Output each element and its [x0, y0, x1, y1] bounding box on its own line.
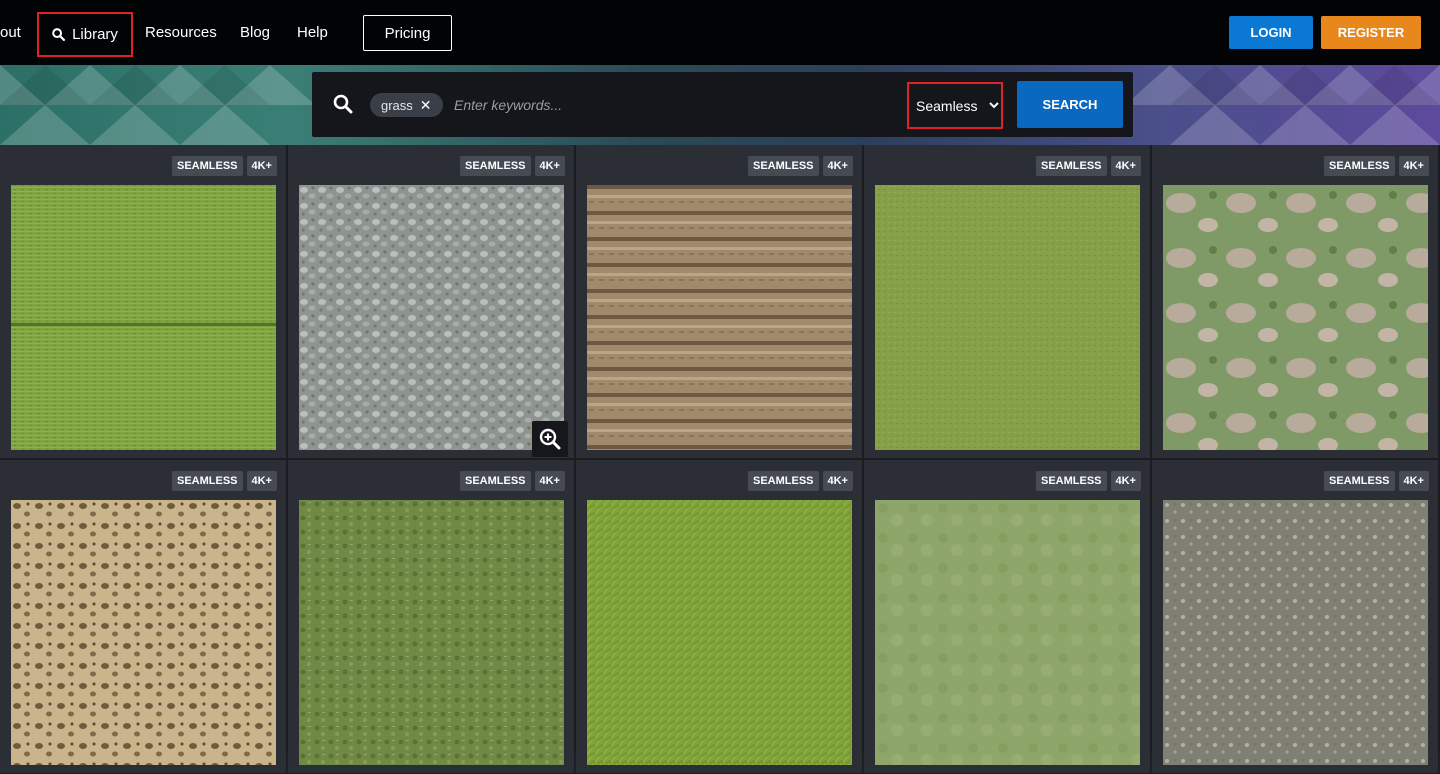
type-filter-select[interactable]: Seamless	[907, 82, 1003, 129]
resolution-badge: 4K+	[1398, 156, 1429, 176]
top-nav: out Library Resources Blog Help Pricing …	[0, 0, 1440, 65]
seamless-badge: SEAMLESS	[747, 471, 819, 491]
seamless-badge: SEAMLESS	[747, 156, 819, 176]
texture-thumbnail[interactable]	[1163, 500, 1428, 765]
search-tag-chip[interactable]: grass ✕	[370, 93, 443, 117]
nav-blog[interactable]: Blog	[240, 0, 270, 65]
nav-about[interactable]: out	[0, 0, 21, 65]
resolution-badge: 4K+	[246, 471, 277, 491]
nav-library[interactable]: Library	[37, 12, 133, 57]
texture-thumbnail[interactable]	[875, 185, 1140, 450]
zoom-in-icon	[539, 428, 561, 450]
seamless-badge: SEAMLESS	[1323, 156, 1395, 176]
nav-library-label: Library	[72, 26, 118, 43]
search-icon[interactable]	[333, 94, 353, 114]
chevron-down-icon	[989, 102, 1000, 109]
texture-card[interactable]: SEAMLESS 4K+	[576, 460, 863, 774]
search-icon	[52, 28, 66, 41]
type-filter-value: Seamless	[916, 97, 978, 114]
resolution-badge: 4K+	[1110, 156, 1141, 176]
texture-card[interactable]: SEAMLESS 4K+	[864, 145, 1151, 459]
seamless-badge: SEAMLESS	[459, 471, 531, 491]
nav-help[interactable]: Help	[297, 0, 328, 65]
keyword-input[interactable]	[446, 90, 886, 120]
texture-card[interactable]: SEAMLESS 4K+	[0, 460, 287, 774]
search-button[interactable]: SEARCH	[1017, 81, 1123, 128]
texture-thumbnail[interactable]	[587, 185, 852, 450]
texture-thumbnail[interactable]	[11, 500, 276, 765]
texture-thumbnail[interactable]	[299, 500, 564, 765]
search-tag-label: grass	[381, 97, 413, 113]
resolution-badge: 4K+	[1398, 471, 1429, 491]
nav-resources[interactable]: Resources	[145, 0, 217, 65]
texture-card[interactable]: SEAMLESS 4K+	[288, 460, 575, 774]
zoom-in-button[interactable]	[532, 421, 568, 457]
resolution-badge: 4K+	[246, 156, 277, 176]
seamless-badge: SEAMLESS	[1035, 156, 1107, 176]
login-button[interactable]: LOGIN	[1229, 16, 1313, 49]
texture-thumbnail[interactable]	[299, 185, 564, 450]
pricing-button[interactable]: Pricing	[363, 15, 452, 51]
seamless-badge: SEAMLESS	[1323, 471, 1395, 491]
close-icon[interactable]: ✕	[420, 97, 432, 114]
texture-card[interactable]: SEAMLESS 4K+	[288, 145, 575, 459]
register-button[interactable]: REGISTER	[1321, 16, 1421, 49]
seamless-badge: SEAMLESS	[459, 156, 531, 176]
texture-card[interactable]: SEAMLESS 4K+	[864, 460, 1151, 774]
texture-thumbnail[interactable]	[587, 500, 852, 765]
resolution-badge: 4K+	[822, 156, 853, 176]
texture-thumbnail[interactable]	[1163, 185, 1428, 450]
texture-thumbnail[interactable]	[875, 500, 1140, 765]
seamless-badge: SEAMLESS	[1035, 471, 1107, 491]
resolution-badge: 4K+	[822, 471, 853, 491]
results-grid: SEAMLESS 4K+ SEAMLESS 4K+ SEAMLESS 4K+ SEAM…	[0, 145, 1440, 774]
texture-card[interactable]: SEAMLESS 4K+	[576, 145, 863, 459]
texture-card[interactable]: SEAMLESS 4K+	[0, 145, 287, 459]
texture-card[interactable]: SEAMLESS 4K+	[1152, 145, 1439, 459]
seamless-badge: SEAMLESS	[171, 471, 243, 491]
texture-thumbnail[interactable]	[11, 185, 276, 450]
texture-card[interactable]: SEAMLESS 4K+	[1152, 460, 1439, 774]
seamless-badge: SEAMLESS	[171, 156, 243, 176]
resolution-badge: 4K+	[534, 156, 565, 176]
resolution-badge: 4K+	[1110, 471, 1141, 491]
resolution-badge: 4K+	[534, 471, 565, 491]
